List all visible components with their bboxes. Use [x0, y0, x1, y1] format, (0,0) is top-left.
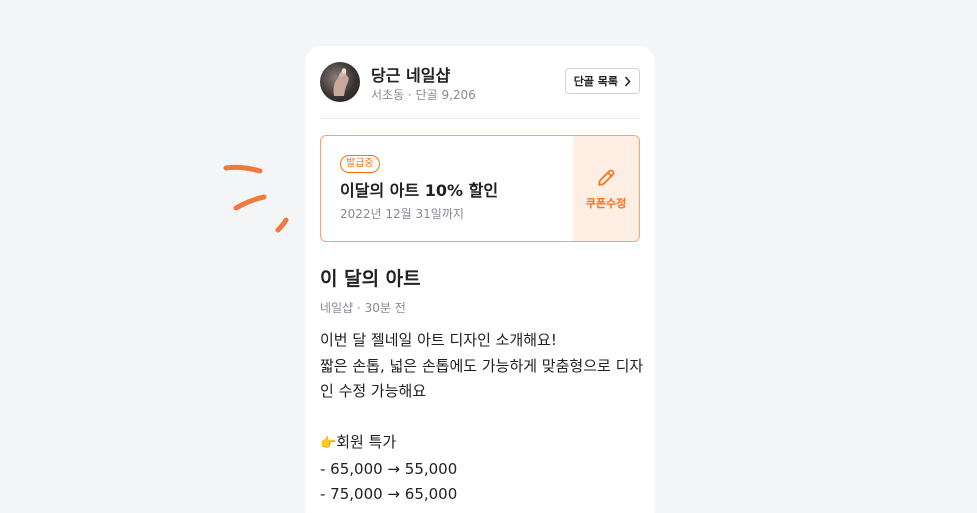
shop-meta: 서초동 · 단골 9,206	[371, 88, 476, 102]
post-title: 이 달의 아트	[320, 268, 421, 290]
member-price-line: 👉회원 특가	[320, 430, 645, 457]
pointing-hand-icon: 👉	[320, 436, 337, 451]
coupon-info: 발급중 이달의 아트 10% 할인 2022년 12월 31일까지	[321, 136, 573, 241]
regular-list-label: 단골 목록	[573, 75, 618, 88]
post-meta: 네일샵 · 30분 전	[320, 301, 406, 315]
price-line: - 65,000 → 55,000	[320, 459, 458, 478]
coupon-edit-label: 쿠폰수정	[585, 196, 627, 210]
status-badge: 발급중	[340, 155, 380, 173]
coupon-edit-button[interactable]: 쿠폰수정	[573, 136, 639, 241]
post-card: 당근 네일샵 서초동 · 단골 9,206 단골 목록 발급중 이달의 아트 1…	[305, 46, 655, 513]
divider	[320, 118, 640, 119]
chevron-right-icon	[624, 76, 631, 86]
post-body: 이번 달 젤네일 아트 디자인 소개해요! 짧은 손톱, 넓은 손톱에도 가능하…	[320, 328, 645, 508]
shop-header: 당근 네일샵 서초동 · 단골 9,206 단골 목록	[320, 62, 640, 104]
price-line: - 75,000 → 65,000	[320, 485, 458, 503]
body-line: 인 수정 가능해요	[320, 382, 427, 400]
stage: 당근 네일샵 서초동 · 단골 9,206 단골 목록 발급중 이달의 아트 1…	[0, 0, 977, 513]
shop-name[interactable]: 당근 네일샵	[371, 62, 450, 86]
avatar[interactable]	[320, 62, 360, 102]
pencil-icon	[598, 169, 615, 186]
member-price-label: 회원 특가	[336, 433, 397, 451]
coupon-date: 2022년 12월 31일까지	[340, 207, 464, 221]
body-line: 짧은 손톱, 넓은 손톱에도 가능하게 맞춤형으로 디자	[320, 356, 644, 375]
hand-photo-icon	[333, 68, 349, 96]
coupon-title: 이달의 아트 10% 할인	[340, 181, 499, 200]
decorative-strokes	[223, 164, 289, 233]
body-line: 이번 달 젤네일 아트 디자인 소개해요!	[320, 331, 557, 349]
regular-list-button[interactable]: 단골 목록	[564, 68, 640, 94]
coupon-card[interactable]: 발급중 이달의 아트 10% 할인 2022년 12월 31일까지 쿠폰수정	[320, 135, 640, 242]
